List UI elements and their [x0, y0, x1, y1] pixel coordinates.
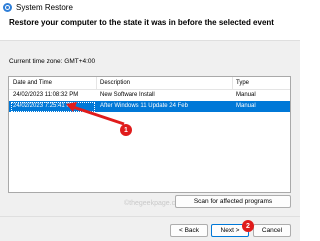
row-date: 24/02/2023 11:08:32 PM	[13, 92, 79, 98]
column-divider[interactable]	[232, 77, 233, 89]
table-row-selected[interactable]: 24/02/2023 7:25:41 PM After Windows 11 U…	[9, 101, 290, 112]
wizard-header: Restore your computer to the state it wa…	[0, 14, 300, 41]
back-button[interactable]: < Back	[170, 224, 208, 237]
column-header-date[interactable]: Date and Time	[13, 80, 52, 86]
row-description: After Windows 11 Update 24 Feb	[100, 103, 188, 109]
row-date: 24/02/2023 7:25:41 PM	[13, 103, 76, 109]
scan-affected-programs-button[interactable]: Scan for affected programs	[175, 195, 291, 208]
cancel-button[interactable]: Cancel	[253, 224, 291, 237]
system-restore-icon	[3, 2, 12, 12]
step-1-badge: 1	[120, 124, 132, 136]
timezone-label: Current time zone: GMT+4:00	[9, 58, 96, 65]
row-type: Manual	[236, 103, 256, 109]
restore-points-table[interactable]: Date and Time Description Type 24/02/202…	[8, 76, 291, 207]
row-type: Manual	[236, 92, 256, 98]
window-title: System Restore	[16, 2, 73, 12]
table-row[interactable]: 24/02/2023 11:08:32 PM New Software Inst…	[9, 90, 290, 101]
title-bar: System Restore	[0, 0, 300, 14]
column-header-type[interactable]: Type	[236, 80, 249, 86]
table-header: Date and Time Description Type	[9, 77, 290, 90]
page-heading: Restore your computer to the state it wa…	[9, 18, 274, 27]
step-2-badge: 2	[242, 220, 254, 232]
column-header-description[interactable]: Description	[100, 80, 130, 86]
row-description: New Software Install	[100, 92, 155, 98]
footer-divider	[0, 216, 300, 217]
system-restore-window: System Restore Restore your computer to …	[0, 0, 300, 241]
column-divider[interactable]	[96, 77, 97, 89]
